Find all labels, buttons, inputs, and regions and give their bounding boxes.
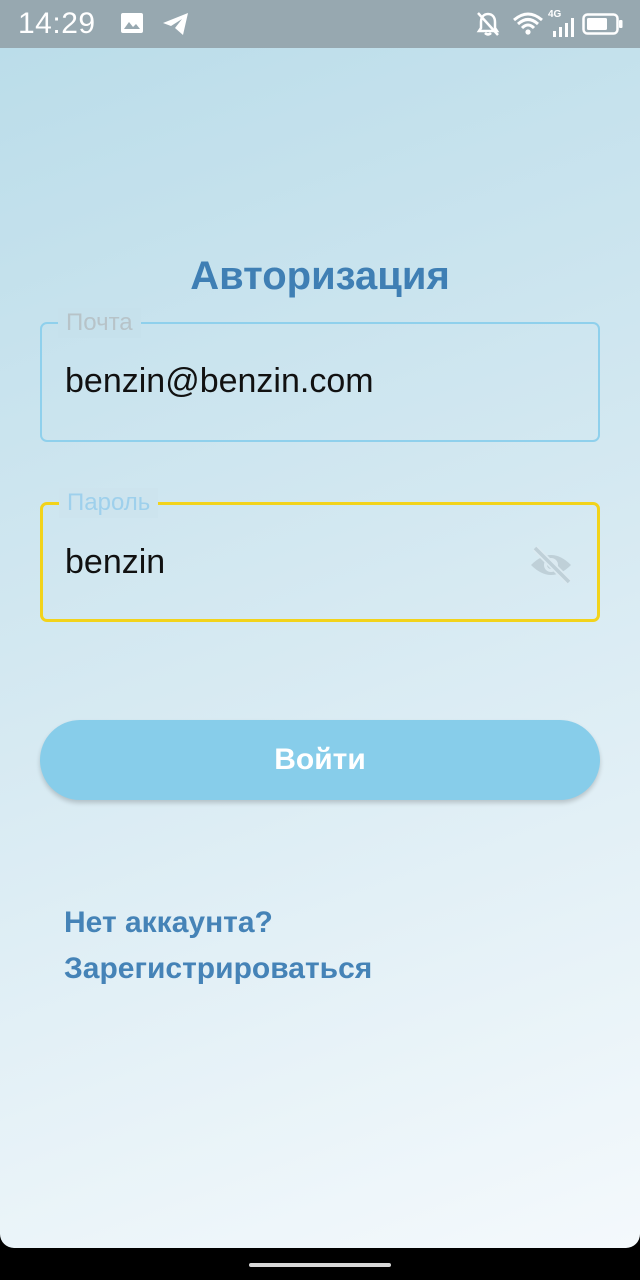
home-indicator[interactable] — [249, 1263, 391, 1267]
email-field[interactable]: Почта — [40, 308, 600, 442]
image-icon — [120, 12, 144, 34]
status-bar: 14:29 4G — [0, 0, 640, 48]
login-screen: 14:29 4G Авторизация Почта benzin@benzin… — [0, 0, 640, 1248]
bell-off-icon — [476, 11, 500, 37]
email-input[interactable] — [65, 362, 525, 401]
register-link[interactable]: Нет аккаунта? Зарегистрироваться — [64, 900, 444, 992]
password-input[interactable] — [65, 543, 525, 582]
password-field-label: Пароль — [59, 488, 159, 518]
login-button[interactable]: Войти — [40, 720, 600, 800]
page-title: Авторизация — [190, 254, 450, 298]
eye-off-icon[interactable] — [529, 545, 573, 585]
status-time: 14:29 — [18, 7, 96, 40]
battery-icon — [582, 13, 624, 35]
wifi-icon — [512, 12, 544, 36]
telegram-icon — [162, 12, 190, 36]
signal-icon — [552, 17, 578, 37]
password-field[interactable]: Пароль — [40, 488, 600, 622]
email-field-label: Почта — [58, 308, 141, 338]
